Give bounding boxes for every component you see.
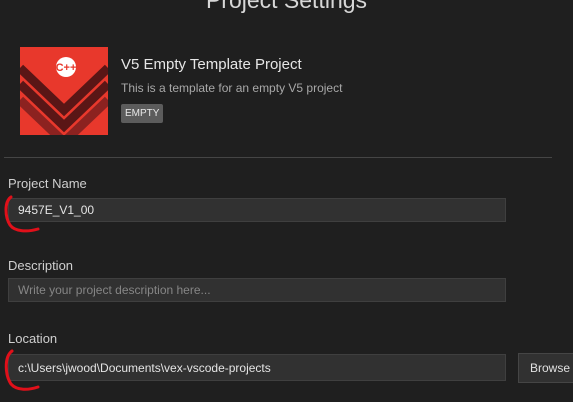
project-name-label: Project Name <box>8 176 87 191</box>
template-badge: EMPTY <box>121 104 164 123</box>
page-title: Project Settings <box>205 0 368 13</box>
browse-button[interactable]: Browse <box>518 353 573 383</box>
description-label: Description <box>8 258 74 273</box>
location-input[interactable] <box>8 354 506 381</box>
template-description: This is a template for an empty V5 proje… <box>121 81 343 95</box>
divider <box>4 157 552 158</box>
template-title: V5 Empty Template Project <box>121 56 302 73</box>
cpp-template-logo-icon: C++ <box>20 47 108 135</box>
project-name-input[interactable] <box>8 198 506 222</box>
logo-glyph: C++ <box>56 62 77 74</box>
location-label: Location <box>8 331 58 346</box>
description-input[interactable] <box>8 278 506 302</box>
